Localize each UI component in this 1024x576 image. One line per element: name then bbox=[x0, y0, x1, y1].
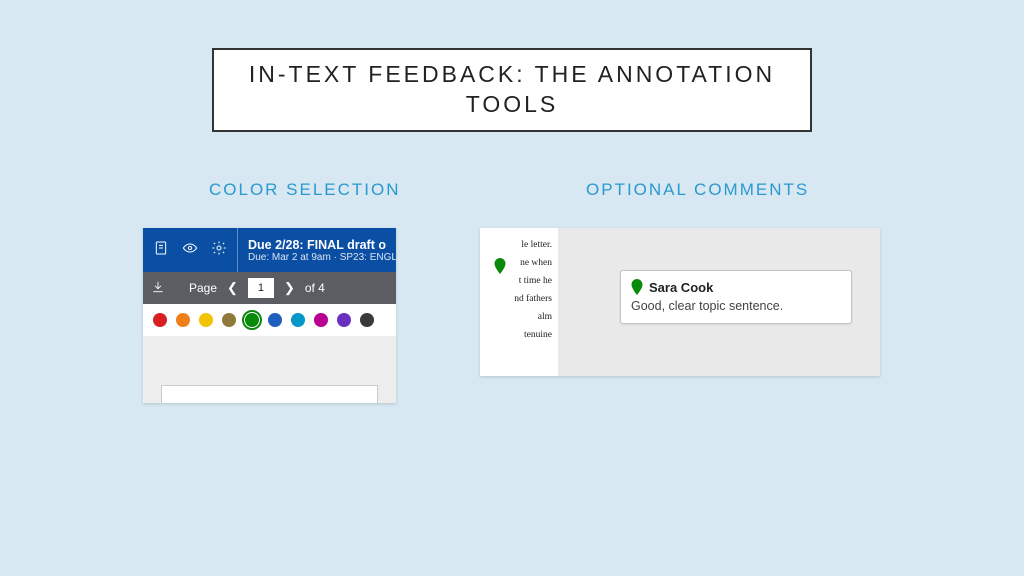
page-label: Page bbox=[189, 281, 217, 295]
swatch-red[interactable] bbox=[153, 313, 167, 327]
comment-text: Good, clear topic sentence. bbox=[631, 299, 841, 313]
viewer-toolbar: Page ❮ ❯ of 4 bbox=[143, 272, 396, 304]
color-swatch-bar bbox=[143, 304, 396, 336]
assignment-subtitle: Due: Mar 2 at 9am · SP23: ENGL-2 bbox=[248, 252, 396, 263]
swatch-purple[interactable] bbox=[337, 313, 351, 327]
fragment-line: t time he bbox=[484, 272, 552, 290]
fragment-line: tenuine bbox=[484, 326, 552, 344]
slide-title-box: IN-TEXT FEEDBACK: THE ANNOTATION TOOLS bbox=[212, 48, 812, 132]
assignment-title: Due 2/28: FINAL draft o bbox=[248, 238, 396, 252]
swatch-yellow[interactable] bbox=[199, 313, 213, 327]
swatch-olive[interactable] bbox=[222, 313, 236, 327]
optional-comments-panel: le letter. ne when t time he nd fathers … bbox=[480, 228, 880, 376]
header-icons bbox=[143, 228, 238, 272]
eye-icon[interactable] bbox=[181, 240, 199, 261]
comment-card[interactable]: Sara Cook Good, clear topic sentence. bbox=[620, 270, 852, 324]
fragment-line: alm bbox=[484, 308, 552, 326]
swatch-black[interactable] bbox=[360, 313, 374, 327]
download-icon[interactable] bbox=[151, 280, 165, 297]
subheading-optional-comments: OPTIONAL COMMENTS bbox=[586, 180, 809, 200]
fragment-line: le letter. bbox=[484, 236, 552, 254]
note-icon[interactable] bbox=[153, 240, 169, 261]
subheading-color-selection: COLOR SELECTION bbox=[209, 180, 401, 200]
swatch-orange[interactable] bbox=[176, 313, 190, 327]
viewer-header: Due 2/28: FINAL draft o Due: Mar 2 at 9a… bbox=[143, 228, 396, 272]
slide-title: IN-TEXT FEEDBACK: THE ANNOTATION TOOLS bbox=[234, 60, 790, 120]
swatch-magenta[interactable] bbox=[314, 313, 328, 327]
comment-author: Sara Cook bbox=[649, 280, 713, 295]
color-selection-panel: Due 2/28: FINAL draft o Due: Mar 2 at 9a… bbox=[143, 228, 396, 403]
swatch-cyan[interactable] bbox=[291, 313, 305, 327]
annotation-pin-icon[interactable] bbox=[494, 258, 506, 274]
document-preview bbox=[161, 385, 378, 403]
fragment-line: nd fathers bbox=[484, 290, 552, 308]
gear-icon[interactable] bbox=[211, 240, 227, 261]
swatch-blue[interactable] bbox=[268, 313, 282, 327]
document-text-fragment: le letter. ne when t time he nd fathers … bbox=[480, 228, 558, 376]
assignment-title-block: Due 2/28: FINAL draft o Due: Mar 2 at 9a… bbox=[238, 238, 396, 263]
next-page-button[interactable]: ❯ bbox=[280, 280, 299, 296]
page-total: of 4 bbox=[305, 281, 325, 295]
comment-pin-icon bbox=[631, 279, 643, 295]
swatch-green[interactable] bbox=[245, 313, 259, 327]
prev-page-button[interactable]: ❮ bbox=[223, 280, 242, 296]
page-number-input[interactable] bbox=[248, 278, 274, 298]
